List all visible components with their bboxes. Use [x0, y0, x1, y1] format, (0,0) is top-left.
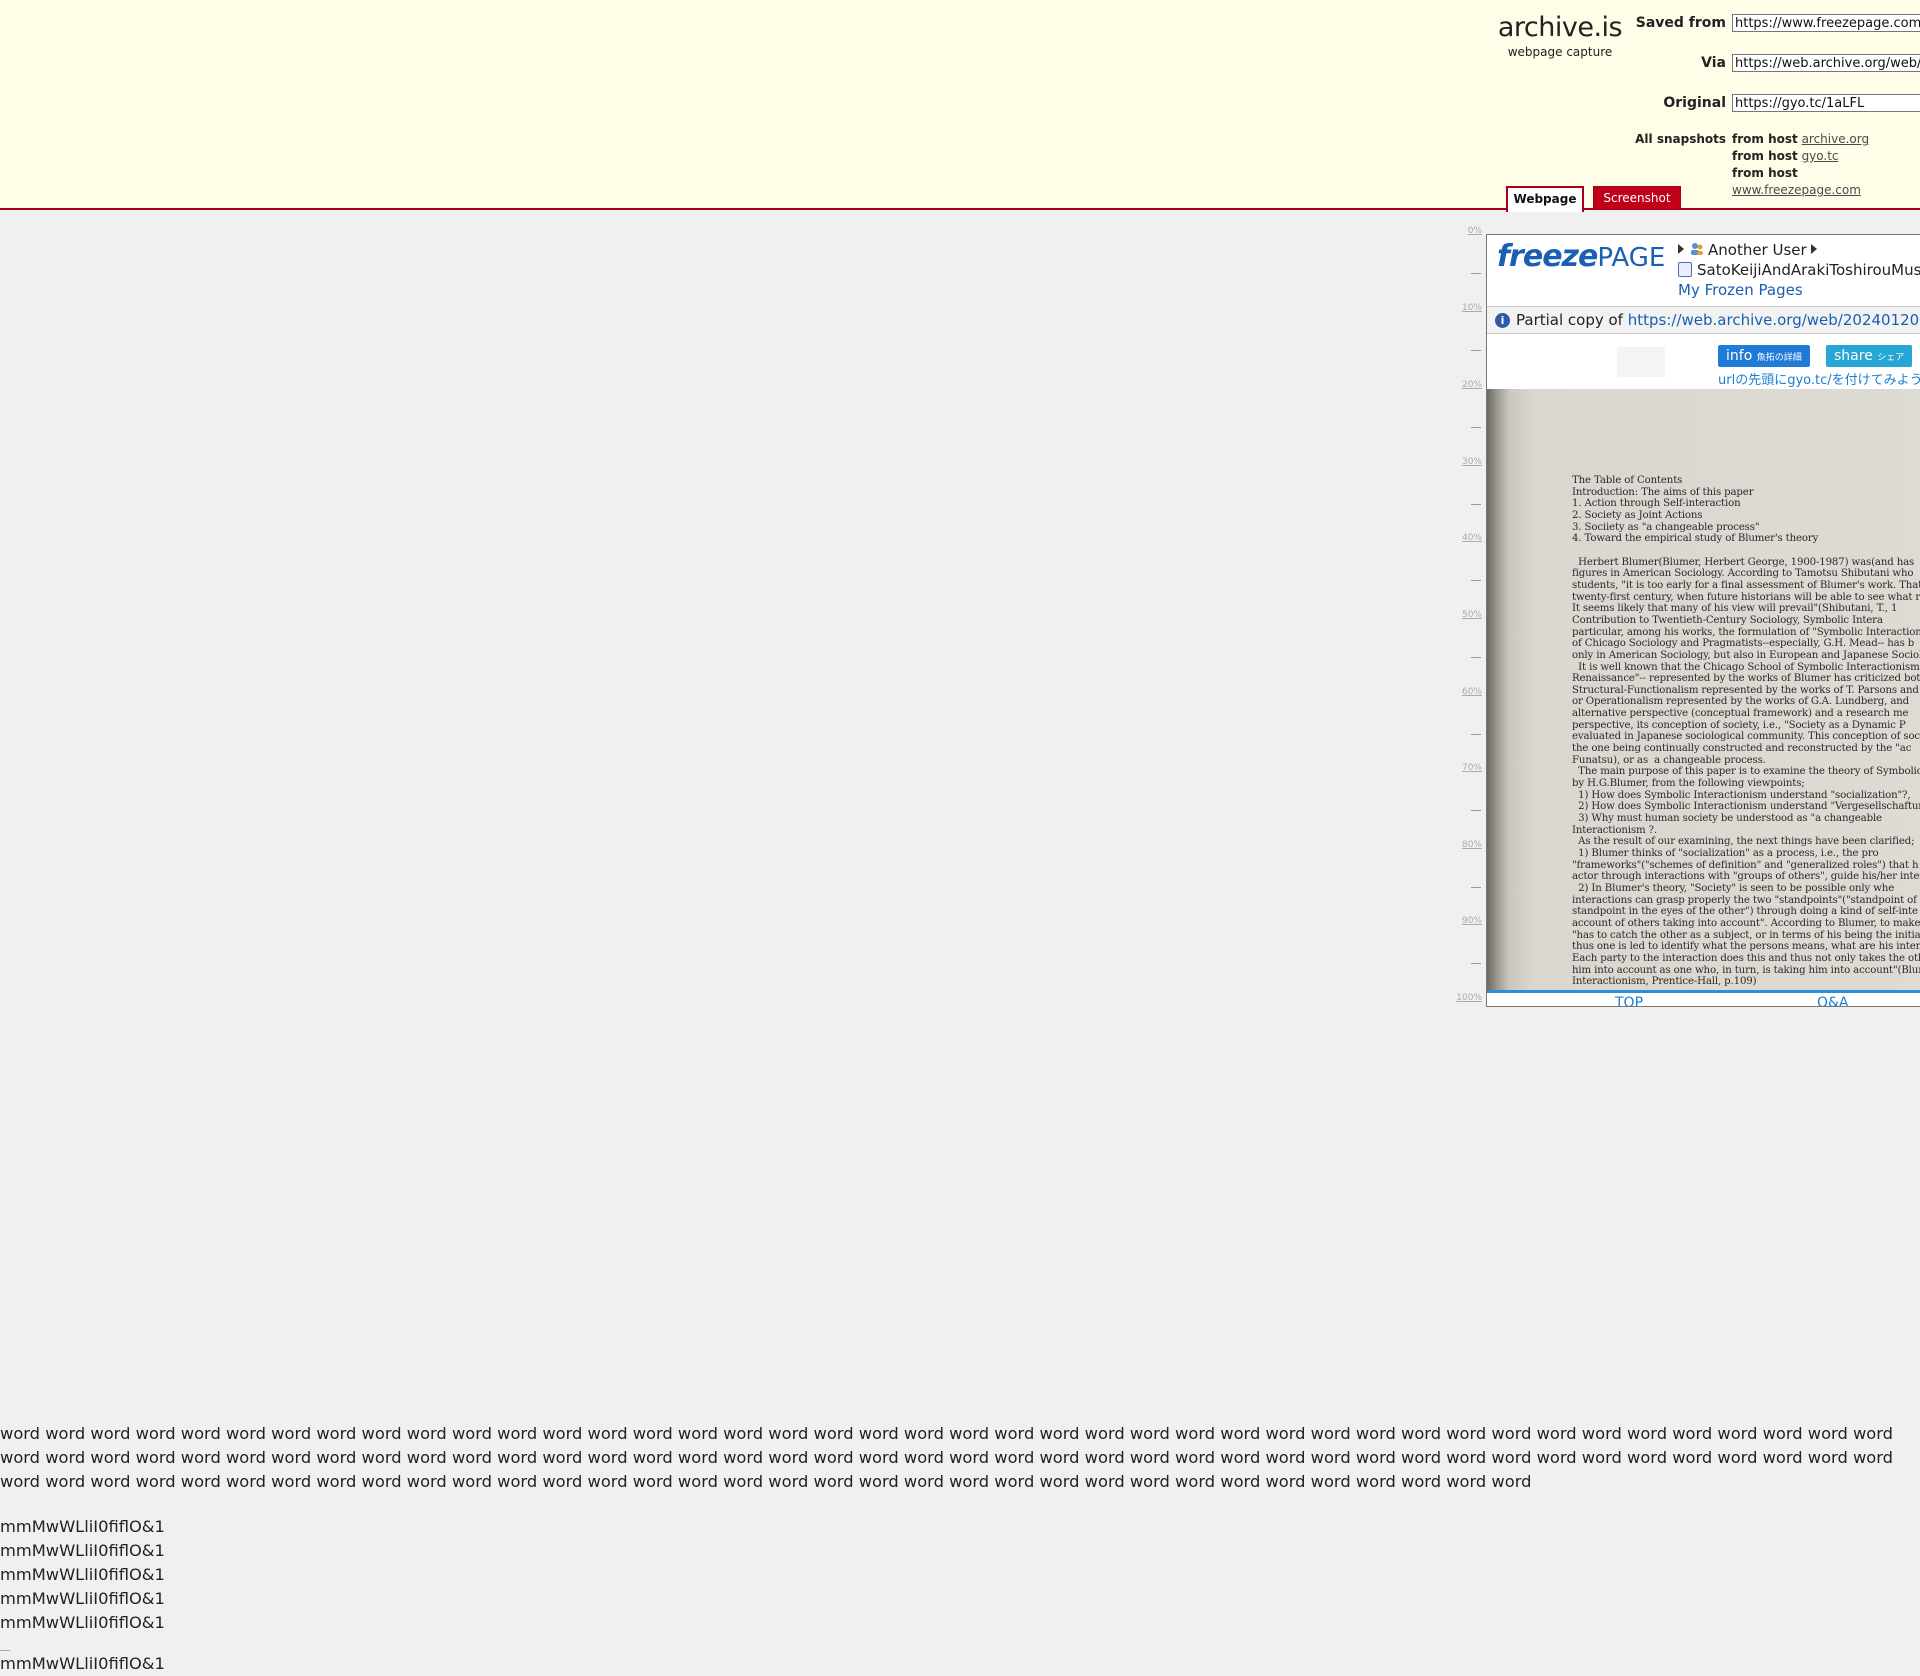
original-label: Original [1663, 95, 1726, 111]
ruler-label[interactable]: 10% [1442, 303, 1482, 313]
ruler-tick [1471, 810, 1481, 811]
from-host-label: from host [1732, 166, 1798, 180]
glyph-test-line: mmMwWLliI0fiflO&1 [0, 1613, 165, 1632]
snapshot-host-link[interactable]: www.freezepage.com [1732, 183, 1861, 197]
user-row: Another User [1678, 241, 1823, 259]
glyph-test-line: mmMwWLliI0fiflO&1 [0, 1654, 165, 1673]
nav-qa-link[interactable]: Q&A [1817, 995, 1849, 1006]
frozen-page-name[interactable]: SatoKeijiAndArakiToshirouMustBe [1697, 261, 1920, 279]
info-button-sublabel: 魚拓の詳細 [1756, 353, 1802, 363]
archived-page-frame: freezePAGE Another User SatoKeijiAndArak… [1486, 234, 1920, 1007]
info-button-label: info [1726, 348, 1753, 364]
tab-screenshot[interactable]: Screenshot [1593, 186, 1681, 210]
glyph-test-list: mmMwWLliI0fiflO&1 mmMwWLliI0fiflO&1 mmMw… [0, 1515, 165, 1635]
share-button-label: share [1834, 348, 1873, 364]
ruler-tick [1471, 350, 1481, 351]
ruler-label[interactable]: 80% [1442, 840, 1482, 850]
partial-copy-bar: i Partial copy of https://web.archive.org… [1487, 306, 1920, 334]
snapshot-host-link[interactable]: gyo.tc [1802, 149, 1839, 163]
gyotaku-tip[interactable]: urlの先頭にgyo.tc/を付けてみよう [1718, 369, 1920, 388]
glyph-test-line: mmMwWLliI0fiflO&1 [0, 1541, 165, 1560]
user-name[interactable]: Another User [1708, 241, 1807, 259]
share-button[interactable]: share シェア [1826, 345, 1913, 367]
glyph-test-line: mmMwWLliI0fiflO&1 [0, 1589, 165, 1608]
snapshot-host-link[interactable]: archive.org [1802, 132, 1870, 146]
ruler-label[interactable]: 50% [1442, 610, 1482, 620]
ruler-label[interactable]: 40% [1442, 533, 1482, 543]
scanned-document-image: The Table of Contents Introduction: The … [1487, 389, 1920, 990]
ruler-tick [1471, 427, 1481, 428]
word-paragraph: word word word word word word word word … [0, 1424, 1893, 1491]
divider [0, 1650, 10, 1651]
ruler-label[interactable]: 20% [1442, 380, 1482, 390]
ruler-label[interactable]: 0% [1442, 226, 1482, 236]
triangle-icon [1678, 244, 1684, 254]
tab-webpage[interactable]: Webpage [1506, 186, 1584, 212]
via-label: Via [1701, 55, 1726, 71]
logo-freeze-text: freeze [1497, 239, 1598, 274]
scanned-document-text: The Table of Contents Introduction: The … [1572, 475, 1920, 988]
from-host-label: from host [1732, 132, 1798, 146]
document-icon [1678, 262, 1692, 277]
glyph-test-line: mmMwWLliI0fiflO&1 [0, 1517, 165, 1536]
bottom-nav: TOP Q&A [1487, 990, 1920, 1006]
snapshot-list: from host archive.org from host gyo.tc f… [1732, 131, 1920, 199]
ruler-label[interactable]: 100% [1442, 993, 1482, 1003]
ruler-label[interactable]: 30% [1442, 457, 1482, 467]
saved-from-field[interactable]: https://www.freezepage.com/ [1732, 14, 1920, 32]
ruler-tick [1471, 963, 1481, 964]
info-icon: i [1495, 313, 1510, 328]
page-name-row: SatoKeijiAndArakiToshirouMustBe [1678, 261, 1920, 279]
ad-placeholder [1617, 347, 1665, 377]
via-field[interactable]: https://web.archive.org/web/2 [1732, 54, 1920, 72]
ruler-tick [1471, 580, 1481, 581]
from-host-label: from host [1732, 149, 1798, 163]
ruler-tick [1471, 273, 1481, 274]
partial-copy-url[interactable]: https://web.archive.org/web/202401200727… [1628, 311, 1920, 329]
archive-header: archive.is webpage capture Saved from ht… [0, 0, 1920, 212]
users-icon [1691, 243, 1703, 255]
ruler-label[interactable]: 60% [1442, 687, 1482, 697]
saved-from-label: Saved from [1635, 15, 1726, 31]
all-snapshots-label: All snapshots [1635, 132, 1726, 146]
ruler-tick [1471, 504, 1481, 505]
ruler-label[interactable]: 70% [1442, 763, 1482, 773]
partial-copy-label: Partial copy of [1516, 311, 1623, 329]
logo-page-text: PAGE [1597, 243, 1666, 273]
ruler-label[interactable]: 90% [1442, 916, 1482, 926]
snapshot-row: from host www.freezepage.com [1732, 165, 1920, 199]
my-frozen-pages-link[interactable]: My Frozen Pages [1678, 281, 1803, 299]
snapshot-row: from host gyo.tc [1732, 148, 1920, 165]
ruler-tick [1471, 734, 1481, 735]
ruler-tick [1471, 887, 1481, 888]
triangle-icon [1811, 244, 1818, 254]
info-button[interactable]: info 魚拓の詳細 [1718, 345, 1810, 367]
ruler-tick [1471, 657, 1481, 658]
glyph-test-line: mmMwWLliI0fiflO&1 [0, 1565, 165, 1584]
freezepage-logo[interactable]: freezePAGE [1497, 239, 1665, 274]
nav-top-link[interactable]: TOP [1615, 995, 1643, 1006]
share-button-sublabel: シェア [1877, 353, 1905, 363]
snapshot-row: from host archive.org [1732, 131, 1920, 148]
original-field[interactable]: https://gyo.tc/1aLFL [1732, 94, 1920, 112]
